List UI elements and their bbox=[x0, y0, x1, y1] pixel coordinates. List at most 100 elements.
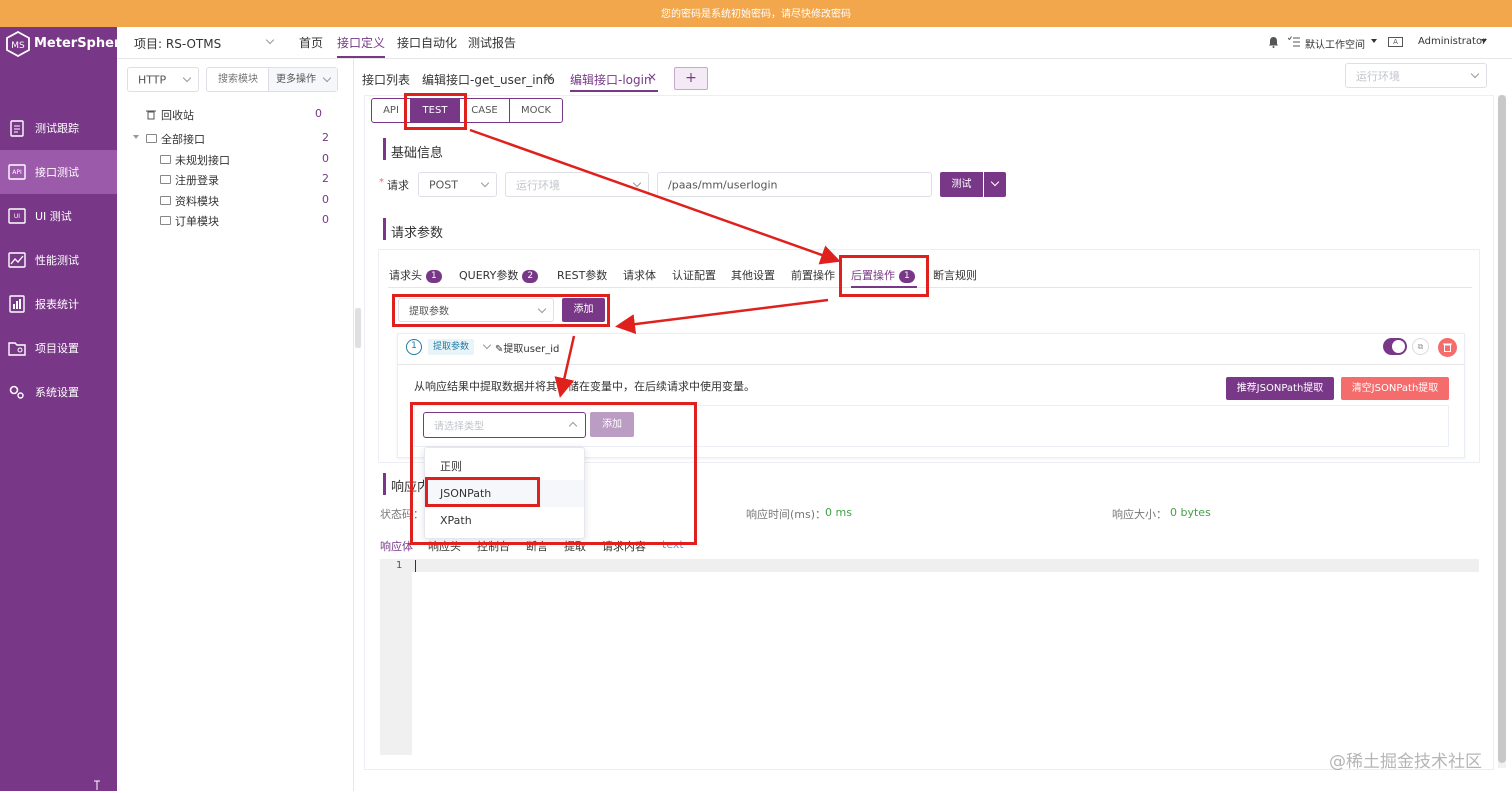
app-logo[interactable]: MS MeterSphere bbox=[6, 31, 129, 57]
param-tab-query[interactable]: QUERY参数 2 bbox=[459, 267, 539, 283]
sidebar-item-system-settings[interactable]: 系统设置 bbox=[0, 370, 117, 414]
item-index: 1 bbox=[406, 339, 422, 355]
svg-text:MS: MS bbox=[11, 41, 25, 51]
param-tab-pre[interactable]: 前置操作 bbox=[791, 267, 835, 283]
count-badge: 1 bbox=[426, 270, 442, 283]
checklist-icon bbox=[1288, 36, 1300, 47]
mode-tab-mock[interactable]: MOCK bbox=[509, 98, 563, 123]
close-icon[interactable]: × bbox=[647, 70, 657, 84]
annotation-box bbox=[410, 402, 697, 545]
folder-icon bbox=[146, 134, 157, 143]
test-button[interactable]: 测试 bbox=[940, 172, 983, 197]
sidebar-item-performance-test[interactable]: 性能测试 bbox=[0, 238, 117, 282]
tree-label: 订单模块 bbox=[175, 215, 219, 228]
tree-label: 资料模块 bbox=[175, 195, 219, 208]
param-tab-body[interactable]: 请求体 bbox=[623, 267, 656, 283]
sidebar-item-label: 系统设置 bbox=[35, 386, 79, 399]
protocol-select[interactable]: HTTP bbox=[127, 67, 199, 92]
caret-down-icon bbox=[1371, 39, 1377, 43]
copy-icon[interactable]: ⧉ bbox=[1412, 338, 1429, 355]
run-env-select[interactable]: 运行环境 bbox=[1345, 63, 1487, 88]
item-type-tag: 提取参数 bbox=[428, 339, 475, 355]
search-input[interactable] bbox=[208, 69, 266, 90]
env-select[interactable]: 运行环境 bbox=[505, 172, 649, 197]
tab-api-list[interactable]: 接口列表 bbox=[362, 71, 410, 88]
recommend-jsonpath-button[interactable]: 推荐JSONPath提取 bbox=[1226, 377, 1334, 400]
top-bar bbox=[117, 27, 1512, 59]
add-tab-button[interactable]: + bbox=[674, 67, 708, 90]
password-warning-banner: 您的密码是系统初始密码，请尽快修改密码 bbox=[0, 0, 1512, 27]
chevron-down-icon bbox=[182, 73, 192, 83]
language-icon[interactable]: A bbox=[1388, 37, 1403, 47]
nav-test-report[interactable]: 测试报告 bbox=[468, 34, 516, 51]
chevron-down-icon bbox=[1470, 69, 1480, 79]
more-operations-label: 更多操作 bbox=[276, 74, 316, 85]
pin-icon[interactable] bbox=[92, 779, 102, 790]
close-icon[interactable]: × bbox=[544, 70, 554, 84]
clear-jsonpath-button[interactable]: 清空JSONPath提取 bbox=[1341, 377, 1449, 400]
param-tab-auth[interactable]: 认证配置 bbox=[672, 267, 716, 283]
method-select[interactable]: POST bbox=[418, 172, 497, 197]
tree-count: 0 bbox=[322, 213, 329, 226]
nav-home[interactable]: 首页 bbox=[299, 34, 323, 51]
workspace-selector[interactable]: 默认工作空间 bbox=[1305, 36, 1381, 51]
sidebar-item-ui-test[interactable]: UI UI 测试 bbox=[0, 194, 117, 238]
report-icon bbox=[9, 295, 25, 313]
sidebar-item-label: 接口测试 bbox=[35, 166, 79, 179]
scrollbar-thumb[interactable] bbox=[1498, 95, 1506, 763]
param-tab-other[interactable]: 其他设置 bbox=[731, 267, 775, 283]
param-tab-assertions[interactable]: 断言规则 bbox=[933, 267, 977, 283]
tree-item-recycle-bin[interactable]: 回收站 0 bbox=[146, 107, 326, 123]
sidebar-item-test-track[interactable]: 测试跟踪 bbox=[0, 106, 117, 150]
workspace-name: 默认工作空间 bbox=[1305, 40, 1365, 51]
tab-edit-login[interactable]: 编辑接口-login bbox=[570, 71, 652, 88]
caret-down-icon bbox=[133, 135, 139, 139]
url-input[interactable]: /paas/mm/userlogin bbox=[657, 172, 932, 197]
param-tab-rest[interactable]: REST参数 bbox=[557, 267, 607, 283]
param-tab-label: QUERY参数 bbox=[459, 269, 519, 282]
sidebar-item-project-settings[interactable]: 项目设置 bbox=[0, 326, 117, 370]
section-bar bbox=[383, 473, 386, 495]
toggle-knob bbox=[1392, 340, 1405, 353]
tree-label: 注册登录 bbox=[175, 174, 219, 187]
tree-count: 2 bbox=[322, 131, 329, 144]
tab-edit-get-user-info[interactable]: 编辑接口-get_user_info bbox=[422, 71, 555, 88]
item-name[interactable]: ✎提取user_id bbox=[495, 340, 559, 355]
section-bar bbox=[383, 218, 386, 240]
folder-icon bbox=[160, 155, 171, 164]
response-size-label: 响应大小： bbox=[1112, 508, 1167, 521]
test-dropdown-button[interactable] bbox=[984, 172, 1006, 197]
editor-active-line[interactable] bbox=[412, 559, 1479, 572]
sidebar-item-report[interactable]: 报表统计 bbox=[0, 282, 117, 326]
tree-item-profile[interactable]: 资料模块 0 bbox=[160, 193, 329, 209]
project-selector[interactable]: 项目: RS-OTMS bbox=[134, 35, 275, 51]
module-search[interactable]: 更多操作 bbox=[206, 67, 338, 92]
protocol-value: HTTP bbox=[138, 73, 167, 86]
bell-icon[interactable] bbox=[1268, 36, 1279, 48]
tree-item-orders[interactable]: 订单模块 0 bbox=[160, 213, 329, 229]
chevron-down-icon bbox=[480, 178, 490, 188]
tree-count: 0 bbox=[322, 152, 329, 165]
folder-icon bbox=[160, 216, 171, 225]
collapse-handle[interactable] bbox=[355, 308, 361, 348]
chart-icon bbox=[8, 252, 26, 268]
param-tab-headers[interactable]: 请求头 1 bbox=[389, 267, 442, 283]
more-operations-button[interactable]: 更多操作 bbox=[268, 68, 337, 91]
sidebar-item-api-test[interactable]: API 接口测试 bbox=[0, 150, 117, 194]
tree-item-unplanned[interactable]: 未规划接口 0 bbox=[160, 152, 329, 168]
delete-icon[interactable] bbox=[1438, 338, 1457, 357]
nav-api-definition[interactable]: 接口定义 bbox=[337, 34, 385, 51]
sidebar-item-label: 测试跟踪 bbox=[35, 122, 79, 135]
chevron-down-icon bbox=[265, 35, 275, 45]
username: Administrator bbox=[1418, 36, 1487, 47]
count-badge: 2 bbox=[522, 270, 539, 283]
extract-description: 从响应结果中提取数据并将其存储在变量中，在后续请求中使用变量。 bbox=[414, 380, 755, 393]
nav-api-automation[interactable]: 接口自动化 bbox=[397, 34, 457, 51]
tree-count: 2 bbox=[322, 172, 329, 185]
caret-down-icon bbox=[1481, 39, 1487, 43]
tree-item-all-apis[interactable]: 全部接口 2 bbox=[133, 131, 329, 147]
tree-item-register-login[interactable]: 注册登录 2 bbox=[160, 172, 329, 188]
user-menu[interactable]: Administrator bbox=[1418, 36, 1490, 50]
response-tab-body[interactable]: 响应体 bbox=[380, 538, 413, 554]
enable-toggle[interactable] bbox=[1383, 338, 1407, 355]
